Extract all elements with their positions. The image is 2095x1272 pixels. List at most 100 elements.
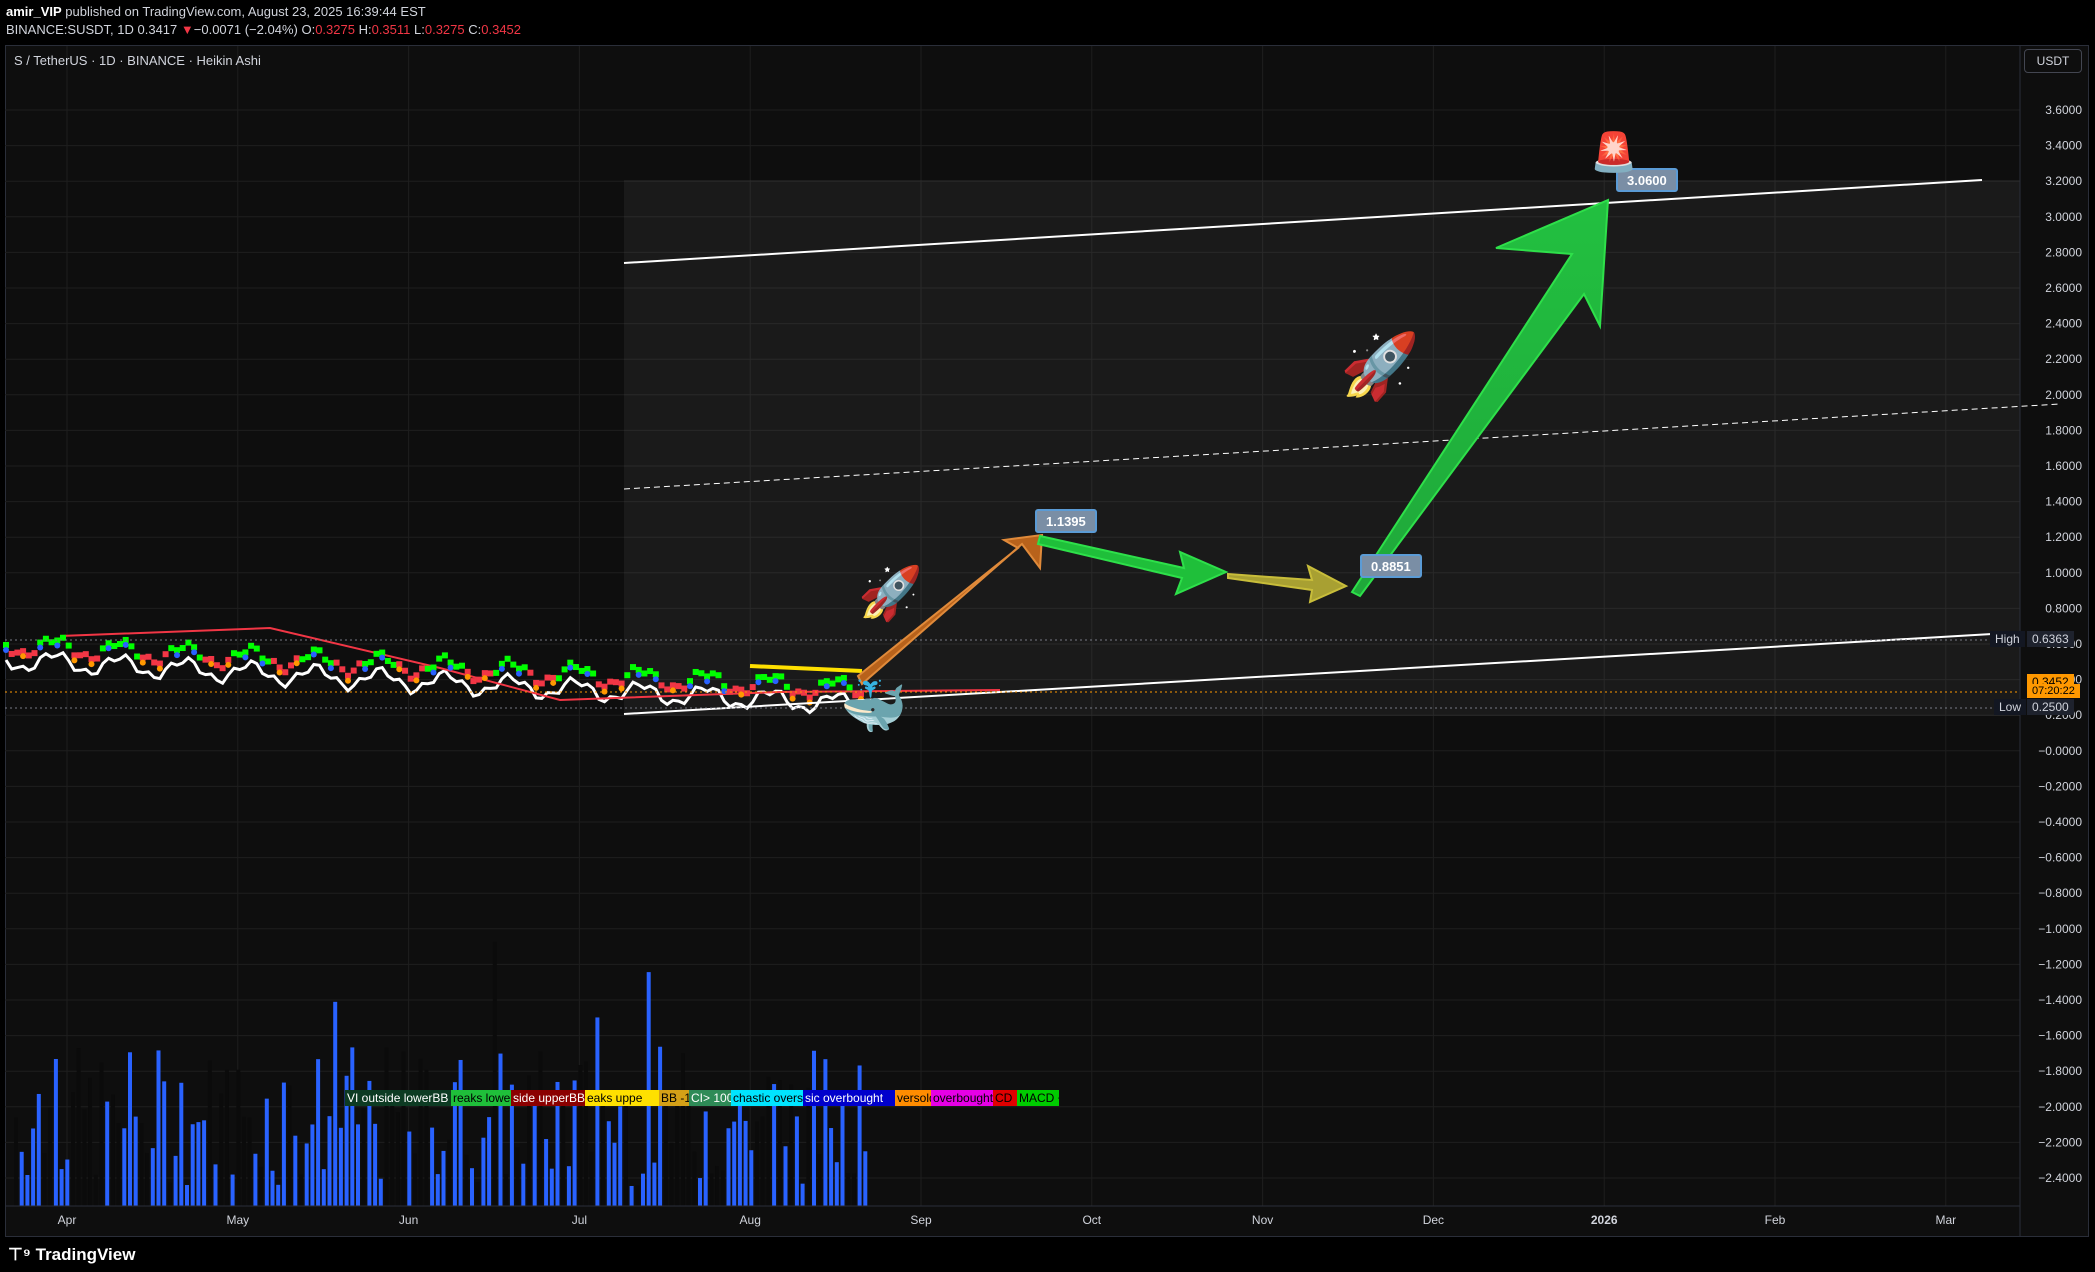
ha-marker (573, 664, 579, 671)
volume-bar (817, 1153, 822, 1206)
y-tick-label: −0.2000 (2038, 779, 2082, 793)
ha-marker (333, 659, 340, 666)
volume-bar (464, 1154, 469, 1206)
ha-dot (652, 676, 659, 683)
ha-dot (3, 647, 9, 653)
ha-dot (20, 653, 27, 660)
ha-marker (504, 655, 511, 662)
ha-marker (521, 664, 528, 671)
ha-marker (94, 655, 101, 662)
volume-bar (384, 1047, 389, 1206)
signal-label: BB -100 (659, 1090, 689, 1106)
ha-dot (481, 675, 488, 682)
ha-marker (367, 659, 374, 666)
volume-bar (356, 1124, 360, 1206)
ha-marker (829, 680, 836, 687)
volume-bar (686, 1090, 691, 1206)
time-axis[interactable]: Apr May Jun Jul Aug Sep Oct Nov Dec 2026 Feb Mar (5, 1205, 2020, 1227)
volume-bar (316, 1059, 321, 1206)
ha-marker (778, 673, 785, 680)
volume-bar (720, 1170, 725, 1206)
ha-marker (766, 676, 773, 683)
chart-canvas[interactable]: 3.6000 3.4000 3.2000 3.0000 2.8000 2.6000 2.40… (0, 0, 2095, 1272)
channel-fill (624, 180, 2020, 716)
volume-bar (167, 1182, 172, 1206)
volume-bar (122, 1128, 127, 1206)
ha-dot (789, 695, 796, 702)
ha-dot (139, 659, 146, 666)
volume-bar (794, 1116, 799, 1206)
volume-bar (88, 1077, 93, 1206)
volume-bar (276, 1184, 281, 1206)
ha-marker (179, 645, 186, 652)
high-tag-label: High (1990, 631, 2025, 647)
y-tick-label: 1.0000 (2045, 566, 2082, 580)
ha-dot (618, 685, 625, 692)
target-label-2[interactable]: 0.8851 (1360, 554, 1422, 578)
ha-dot (584, 671, 591, 678)
ha-dot (310, 651, 317, 658)
x-tick-label: May (226, 1213, 249, 1227)
ha-marker (749, 684, 756, 691)
volume-bar (783, 1146, 788, 1206)
tradingview-logo[interactable]: ⊤⁹ TradingView (8, 1245, 135, 1265)
volume-bar (407, 1131, 412, 1206)
ha-marker (65, 642, 72, 649)
volume-bar (287, 1085, 292, 1206)
volume-bar (606, 1121, 611, 1206)
volume-bar (515, 1147, 520, 1206)
volume-bar (669, 1142, 674, 1206)
ha-dot (225, 661, 232, 668)
symbol-title[interactable]: S / TetherUS · 1D · BINANCE · Heikin Ash… (14, 53, 261, 68)
x-tick-label: Apr (58, 1213, 77, 1227)
ha-dot (105, 645, 112, 652)
volume-bar (561, 1100, 566, 1206)
ha-dot (738, 691, 745, 698)
volume-bar (601, 1100, 606, 1206)
volume-bar (475, 1181, 480, 1206)
ha-marker (316, 647, 323, 654)
y-tick-label: −0.8000 (2038, 886, 2082, 900)
volume-bar (709, 1173, 714, 1206)
ha-marker (675, 683, 682, 690)
volume-bar (726, 1128, 731, 1206)
volume-bar (281, 1082, 286, 1206)
whale-icon: 🐳 (840, 677, 908, 737)
volume-bar (196, 1122, 201, 1206)
ha-marker (612, 679, 619, 686)
y-tick-label: 2.8000 (2045, 245, 2082, 259)
y-tick-label: 1.8000 (2045, 423, 2082, 437)
ha-marker (82, 651, 89, 658)
volume-bar (692, 1151, 697, 1206)
volume-bar (658, 1046, 663, 1206)
ha-marker (590, 670, 597, 677)
ha-marker (299, 656, 306, 663)
ha-marker (134, 653, 141, 660)
volume-bar (338, 1127, 343, 1206)
ha-dot (174, 652, 180, 659)
ha-marker (373, 650, 380, 657)
volume-bar (595, 1017, 600, 1206)
y-tick-label: 1.6000 (2045, 459, 2082, 473)
currency-button[interactable]: USDT (2024, 49, 2082, 73)
ha-marker (350, 667, 357, 674)
ha-marker (384, 657, 391, 664)
target-label-1[interactable]: 1.1395 (1035, 509, 1097, 533)
volume-bar (207, 1060, 212, 1206)
ha-marker (402, 667, 408, 674)
volume-bar (179, 1082, 184, 1206)
ha-marker (265, 658, 272, 665)
ha-marker (555, 675, 562, 682)
volume-bar (578, 1065, 583, 1206)
volume-bar (618, 1106, 623, 1206)
ha-marker (231, 650, 237, 657)
ha-marker (305, 654, 312, 661)
ha-dot (721, 688, 728, 695)
volume-bar (253, 1153, 258, 1206)
ha-marker (476, 676, 483, 683)
ha-marker (744, 690, 750, 697)
ha-dot (259, 660, 266, 667)
volume-bar (242, 1116, 246, 1206)
volume-bar (390, 1091, 395, 1206)
ha-dot (635, 671, 642, 678)
